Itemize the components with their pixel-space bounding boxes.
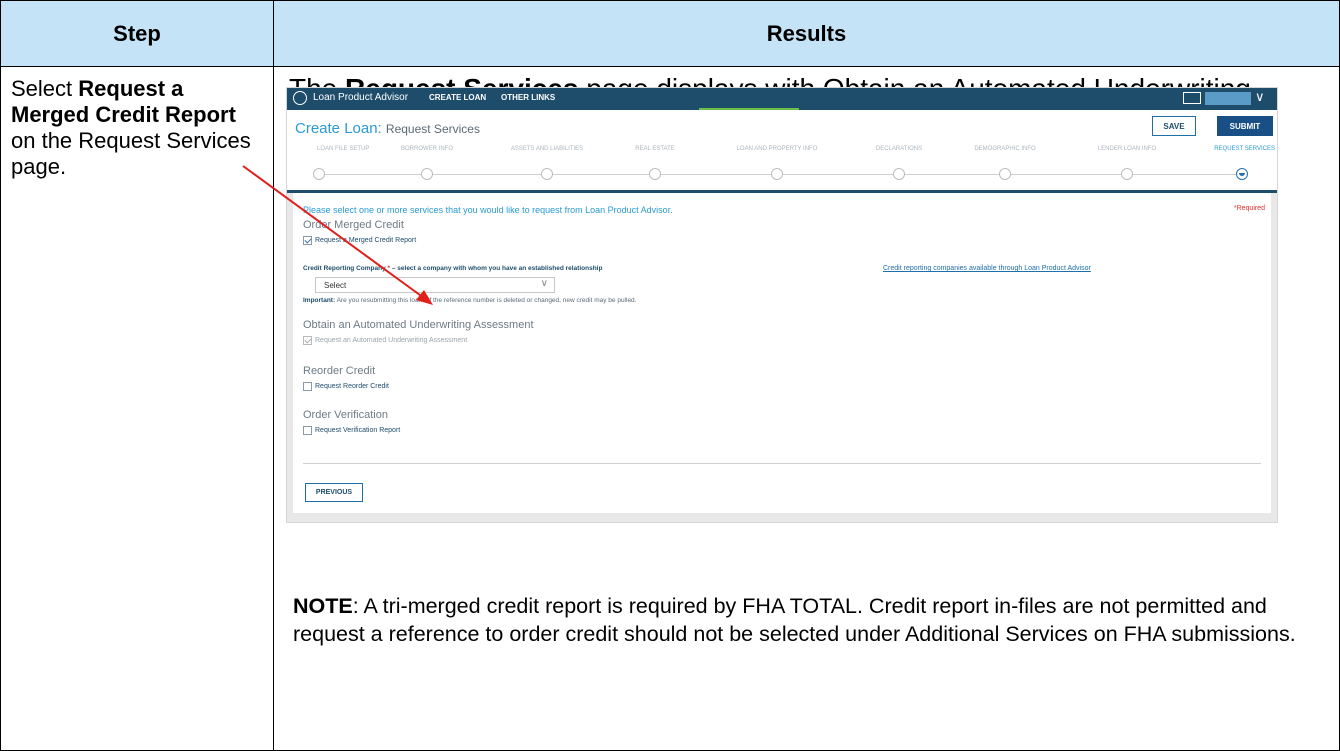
services-form: Please select one or more services that … [293, 193, 1271, 513]
step-loan-property-info[interactable]: LOAN AND PROPERTY INFO [737, 146, 818, 152]
step-dot-6[interactable] [893, 168, 905, 180]
cr-required-star: * [387, 265, 391, 272]
step-loan-file-setup[interactable]: LOAN FILE SETUP [317, 146, 369, 152]
chevron-down-icon: ∨ [540, 278, 548, 289]
step-assets-liabilities[interactable]: ASSETS AND LIABILITIES [511, 146, 583, 152]
progress-stepper: LOAN FILE SETUP BORROWER INFO ASSETS AND… [287, 140, 1277, 185]
column-divider [273, 66, 274, 750]
step-declarations[interactable]: DECLARATIONS [876, 146, 922, 152]
reorder-credit-checkbox[interactable] [303, 382, 312, 391]
note-label: NOTE [293, 594, 353, 618]
chevron-down-icon[interactable]: ∨ [1255, 89, 1265, 105]
step-dot-8[interactable] [1121, 168, 1133, 180]
note-text: : A tri-merged credit report is required… [293, 594, 1296, 646]
reorder-credit-option[interactable]: Request Reorder Credit [303, 382, 389, 391]
step-dot-3[interactable] [541, 168, 553, 180]
automated-underwriting-label: Request an Automated Underwriting Assess… [315, 337, 468, 344]
page-header: Create Loan: Request Services SAVE SUBMI… [287, 110, 1277, 190]
step-lender-loan-info[interactable]: LENDER LOAN INFO [1098, 146, 1156, 152]
step-pre: Select [11, 76, 79, 101]
section-reorder-credit: Reorder Credit [303, 365, 376, 377]
step-instruction: Select Request a Merged Credit Report on… [11, 76, 261, 180]
step-dot-5[interactable] [771, 168, 783, 180]
credit-reporting-company-label: Credit Reporting Company * – select a co… [303, 265, 602, 272]
step-real-estate[interactable]: REAL ESTATE [635, 146, 675, 152]
reorder-credit-label[interactable]: Request Reorder Credit [315, 383, 389, 390]
select-value: Select [324, 280, 347, 290]
verification-checkbox[interactable] [303, 426, 312, 435]
submit-button[interactable]: SUBMIT [1217, 116, 1273, 136]
step-dot-2[interactable] [421, 168, 433, 180]
note-paragraph: NOTE: A tri-merged credit report is requ… [293, 592, 1333, 648]
app-top-bar: Loan Product Advisor CREATE LOAN OTHER L… [287, 88, 1277, 110]
section-order-verification: Order Verification [303, 409, 388, 421]
automated-underwriting-checkbox [303, 336, 312, 345]
step-dot-4[interactable] [649, 168, 661, 180]
required-note: *Required [1233, 205, 1265, 212]
step-demographic-info[interactable]: DEMOGRAPHIC INFO [974, 146, 1035, 152]
header-step: Step [1, 1, 274, 66]
cr-label-text: Credit Reporting Company [303, 265, 386, 272]
credit-reporting-companies-link[interactable]: Credit reporting companies available thr… [883, 265, 1091, 272]
section-order-merged-credit: Order Merged Credit [303, 219, 404, 231]
important-label: Important: [303, 297, 336, 304]
important-message: Important: Are you resubmitting this loa… [303, 297, 636, 304]
form-divider [303, 463, 1261, 464]
merged-credit-checkbox[interactable] [303, 236, 312, 245]
header-results: Results [766, 20, 847, 46]
step-borrower-info[interactable]: BORROWER INFO [401, 146, 453, 152]
user-name-box[interactable] [1205, 92, 1251, 105]
important-text: Are you resubmitting this loan? If the r… [335, 297, 637, 304]
nav-create-loan[interactable]: CREATE LOAN [429, 93, 486, 102]
page-title-sub: Request Services [385, 122, 480, 136]
nav-other-links[interactable]: OTHER LINKS [501, 93, 555, 102]
merged-credit-label[interactable]: Request a Merged Credit Report [315, 237, 416, 244]
step-request-services[interactable]: REQUEST SERVICES [1214, 146, 1275, 152]
previous-button[interactable]: PREVIOUS [305, 483, 363, 502]
section-automated-underwriting: Obtain an Automated Underwriting Assessm… [303, 319, 534, 331]
user-profile-icon[interactable] [1183, 92, 1201, 104]
brand-name: Loan Product Advisor [313, 92, 409, 103]
step-dot-active[interactable] [1236, 168, 1248, 180]
step-dot-1[interactable] [313, 168, 325, 180]
verification-label[interactable]: Request Verification Report [315, 427, 400, 434]
intro-text: Please select one or more services that … [303, 205, 673, 215]
verification-option[interactable]: Request Verification Report [303, 426, 400, 435]
merged-credit-option[interactable]: Request a Merged Credit Report [303, 236, 416, 245]
lpa-logo-icon [293, 91, 307, 105]
credit-reporting-company-select[interactable]: Select ∨ [315, 277, 555, 293]
request-services-screenshot: Loan Product Advisor CREATE LOAN OTHER L… [286, 87, 1278, 523]
step-post: on the Request Services page. [11, 128, 251, 179]
automated-underwriting-option: Request an Automated Underwriting Assess… [303, 336, 467, 345]
page-title-main: Create Loan: [295, 120, 382, 137]
page-title: Create Loan: Request Services [295, 120, 480, 137]
save-button[interactable]: SAVE [1152, 116, 1196, 136]
step-dot-7[interactable] [999, 168, 1011, 180]
table-header-row: Step Results [0, 0, 1340, 67]
cr-hint: – select a company with whom you have an… [391, 265, 603, 272]
